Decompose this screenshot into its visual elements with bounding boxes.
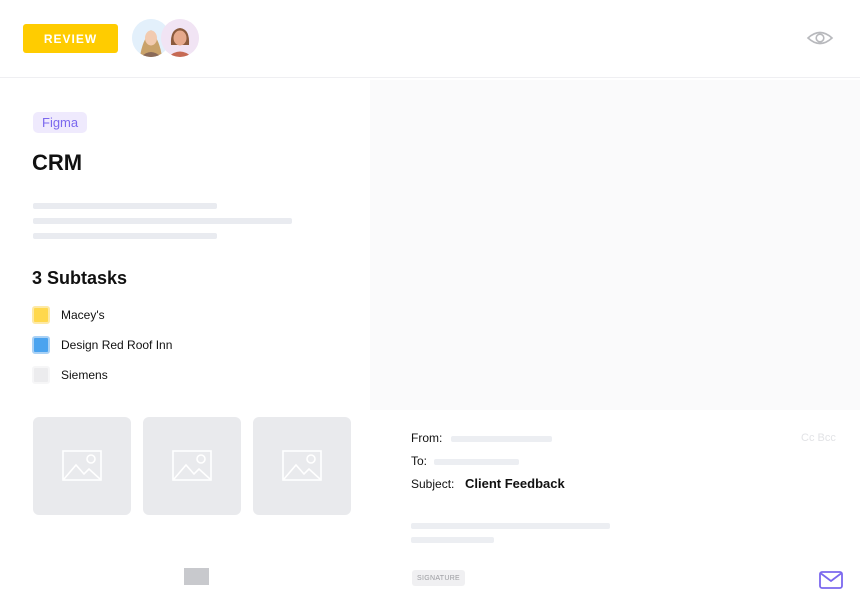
- attachment-thumbnail[interactable]: [33, 417, 131, 515]
- signature-button[interactable]: SIGNATURE: [412, 570, 466, 586]
- attachment-thumbnail[interactable]: [253, 417, 351, 515]
- eye-icon[interactable]: [806, 26, 834, 50]
- background-ghost: [370, 80, 860, 410]
- image-placeholder-icon: [62, 450, 102, 481]
- subtask-status-checkbox[interactable]: [32, 306, 50, 324]
- subtask-label: Macey's: [61, 308, 105, 322]
- subtask-item[interactable]: Macey's: [32, 305, 105, 325]
- image-placeholder-icon: [282, 450, 322, 481]
- send-mail-icon[interactable]: [819, 571, 843, 589]
- email-body-line: [411, 523, 610, 529]
- subtask-status-checkbox[interactable]: [32, 366, 50, 384]
- avatar[interactable]: [161, 19, 199, 57]
- to-field[interactable]: [434, 459, 519, 465]
- task-title: CRM: [32, 150, 83, 175]
- subtask-item[interactable]: Siemens: [32, 365, 108, 385]
- subtask-label: Design Red Roof Inn: [61, 338, 173, 352]
- subject-field[interactable]: Client Feedback: [465, 476, 565, 491]
- subtask-status-checkbox[interactable]: [32, 336, 50, 354]
- review-button[interactable]: REVIEW: [23, 24, 118, 53]
- subtask-label: Siemens: [61, 368, 108, 382]
- figma-tag[interactable]: Figma: [33, 112, 88, 133]
- from-field[interactable]: [451, 436, 552, 442]
- description-line: [33, 203, 217, 209]
- image-placeholder-icon: [172, 450, 212, 481]
- description-line: [33, 233, 217, 239]
- subject-label: Subject:: [411, 477, 455, 491]
- to-label: To:: [411, 454, 428, 468]
- subtasks-heading: 3 Subtasks: [32, 268, 128, 288]
- from-label: From:: [411, 431, 443, 445]
- header: REVIEW: [0, 0, 860, 78]
- cc-bcc-link[interactable]: Cc Bcc: [801, 432, 836, 444]
- description-line: [33, 218, 292, 224]
- attachment-thumbnail[interactable]: [143, 417, 241, 515]
- email-body-line: [411, 537, 494, 543]
- pager-indicator[interactable]: [184, 568, 209, 585]
- subtask-item[interactable]: Design Red Roof Inn: [32, 335, 172, 355]
